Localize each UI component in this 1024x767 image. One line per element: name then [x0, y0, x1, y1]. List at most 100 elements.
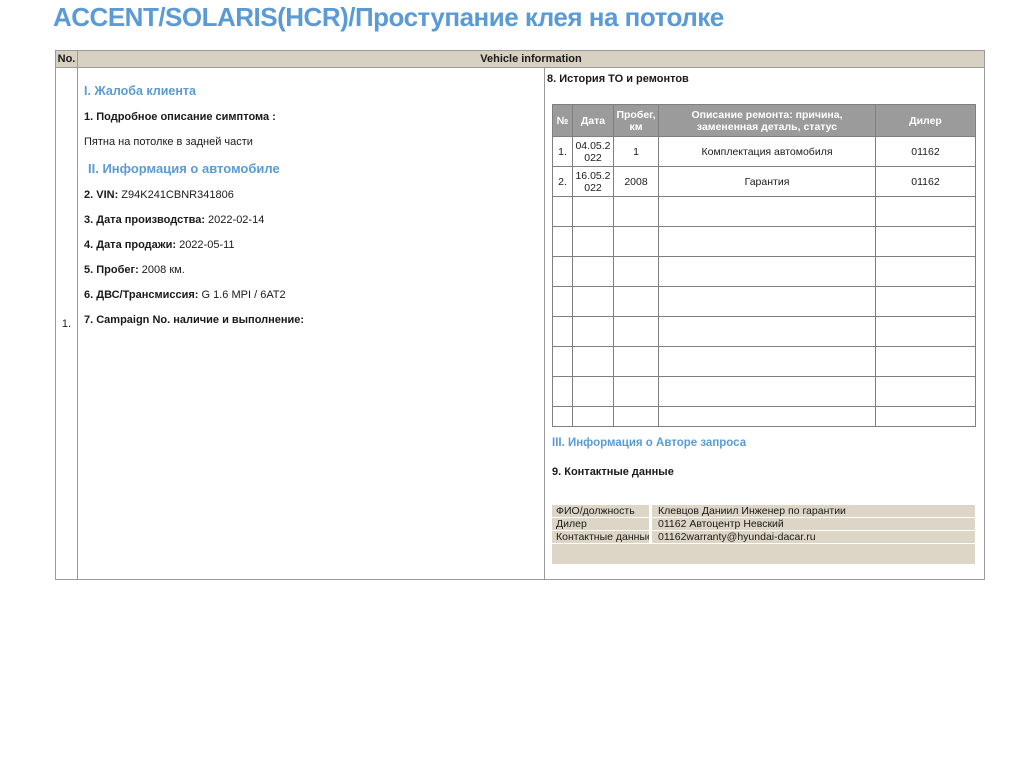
history-empty-row	[552, 376, 976, 407]
contact-row: Контактные данные 01162warranty@hyundai-d…	[552, 531, 975, 543]
vehicle-fields-list: 2. VIN: Z94K241CBNR341806 3. Дата произво…	[84, 189, 532, 326]
contacts-table: ФИО/должность Клевцов Даниил Инженер по г…	[552, 505, 975, 564]
service-history-body: 1. 04.05.2022 1 Комплектация автомобиля 0116…	[552, 136, 976, 427]
history-column-header: Пробег, км	[613, 104, 659, 137]
field-label: 7. Campaign No. наличие и выполнение:	[84, 314, 305, 326]
history-empty-cell	[552, 346, 573, 377]
history-empty-cell	[613, 376, 659, 407]
history-empty-cell	[658, 256, 876, 287]
history-empty-cell	[658, 406, 876, 427]
field-label: 5. Пробег:	[84, 264, 139, 276]
complaint-section-title: I. Жалоба клиента	[84, 84, 196, 98]
history-cell: 1	[613, 136, 659, 167]
service-history-head: № Дата Пробег, км Описание ремонта: причина…	[552, 104, 976, 137]
contact-table-filler	[552, 544, 975, 564]
history-empty-cell	[613, 286, 659, 317]
symptom-label: 1. Подробное описание симптома :	[84, 111, 276, 123]
vehicle-field: 5. Пробег: 2008 км.	[84, 264, 532, 276]
history-empty-cell	[552, 406, 573, 427]
author-section-title: III. Информация о Авторе запроса	[552, 437, 747, 449]
history-empty-cell	[875, 286, 976, 317]
complaint-and-vehicle-pane: I. Жалоба клиента 1. Подробное описание …	[78, 68, 545, 579]
history-empty-cell	[552, 256, 573, 287]
contact-label: Дилер	[552, 518, 652, 530]
history-empty-cell	[875, 256, 976, 287]
vehicle-field: 4. Дата продажи: 2022-05-11	[84, 239, 532, 251]
history-empty-cell	[875, 346, 976, 377]
history-section-title: 8. История ТО и ремонтов	[547, 73, 689, 85]
field-label: 4. Дата продажи:	[84, 239, 177, 251]
history-empty-cell	[613, 406, 659, 427]
history-empty-cell	[552, 226, 573, 257]
history-cell: Комплектация автомобиля	[658, 136, 876, 167]
history-column-header: Описание ремонта: причина, замененная де…	[658, 104, 876, 137]
field-value: Z94K241CBNR341806	[118, 189, 234, 201]
history-empty-row	[552, 256, 976, 287]
history-cell: 2008	[613, 166, 659, 197]
contact-value: 01162warranty@hyundai-dacar.ru	[652, 531, 975, 543]
history-empty-cell	[552, 376, 573, 407]
history-cell: 1.	[552, 136, 573, 167]
contact-row: Дилер 01162 Автоцентр Невский	[552, 518, 975, 530]
field-value: G 1.6 MPI / 6АТ2	[198, 289, 286, 301]
history-empty-cell	[572, 286, 614, 317]
vehicle-field: 2. VIN: Z94K241CBNR341806	[84, 189, 532, 201]
vehicle-field: 7. Campaign No. наличие и выполнение:	[84, 314, 532, 326]
history-empty-cell	[658, 316, 876, 347]
field-value: 2022-05-11	[176, 239, 235, 251]
history-row: 2. 16.05.2022 2008 Гарантия 01162	[552, 166, 976, 197]
history-empty-cell	[658, 346, 876, 377]
history-cell: 01162	[875, 136, 976, 167]
history-empty-cell	[572, 196, 614, 227]
history-row: 1. 04.05.2022 1 Комплектация автомобиля 0116…	[552, 136, 976, 167]
vehicle-section-title: II. Информация о автомобиле	[88, 161, 280, 176]
history-empty-row	[552, 346, 976, 377]
history-empty-row	[552, 406, 976, 427]
symptom-text: Пятна на потолке в задней части	[84, 136, 253, 148]
report-table-body: 1. I. Жалоба клиента 1. Подробное описан…	[56, 68, 984, 579]
history-and-author-pane: 8. История ТО и ремонтов № Дата Пробег, км…	[545, 68, 984, 579]
history-empty-cell	[552, 316, 573, 347]
history-empty-cell	[572, 376, 614, 407]
history-empty-cell	[658, 286, 876, 317]
history-empty-cell	[572, 316, 614, 347]
field-label: 2. VIN:	[84, 189, 119, 201]
history-cell: 04.05.2022	[572, 136, 614, 167]
history-empty-cell	[613, 226, 659, 257]
history-empty-cell	[875, 376, 976, 407]
history-empty-cell	[875, 226, 976, 257]
field-label: 6. ДВС/Трансмиссия:	[84, 289, 199, 301]
history-empty-row	[552, 226, 976, 257]
contact-value: Клевцов Даниил Инженер по гарантии	[652, 505, 975, 517]
field-value: 2008 км.	[138, 264, 185, 276]
history-empty-row	[552, 196, 976, 227]
history-cell: 2.	[552, 166, 573, 197]
contact-value: 01162 Автоцентр Невский	[652, 518, 975, 530]
history-empty-cell	[572, 226, 614, 257]
history-empty-cell	[658, 376, 876, 407]
history-column-header: Дилер	[875, 104, 976, 137]
row-number-cell: 1.	[56, 68, 78, 579]
history-empty-cell	[613, 256, 659, 287]
history-cell: 01162	[875, 166, 976, 197]
contact-row: ФИО/должность Клевцов Даниил Инженер по г…	[552, 505, 975, 517]
history-empty-cell	[875, 406, 976, 427]
history-empty-cell	[875, 196, 976, 227]
history-empty-cell	[658, 196, 876, 227]
history-empty-cell	[552, 286, 573, 317]
history-empty-cell	[875, 316, 976, 347]
history-empty-cell	[572, 346, 614, 377]
field-label: 3. Дата производства:	[84, 214, 205, 226]
page-title: ACCENT/SOLARIS(HCR)/Проступание клея на …	[53, 2, 724, 32]
history-empty-row	[552, 286, 976, 317]
contacts-label: 9. Контактные данные	[552, 466, 674, 478]
field-value: 2022-02-14	[205, 214, 265, 226]
report-table-header: No. Vehicle information	[56, 51, 984, 68]
service-history-table: № Дата Пробег, км Описание ремонта: причина…	[552, 104, 976, 427]
history-empty-row	[552, 316, 976, 347]
history-column-header: №	[552, 104, 573, 137]
history-empty-cell	[613, 346, 659, 377]
history-cell: Гарантия	[658, 166, 876, 197]
contact-label: ФИО/должность	[552, 505, 652, 517]
history-empty-cell	[613, 316, 659, 347]
